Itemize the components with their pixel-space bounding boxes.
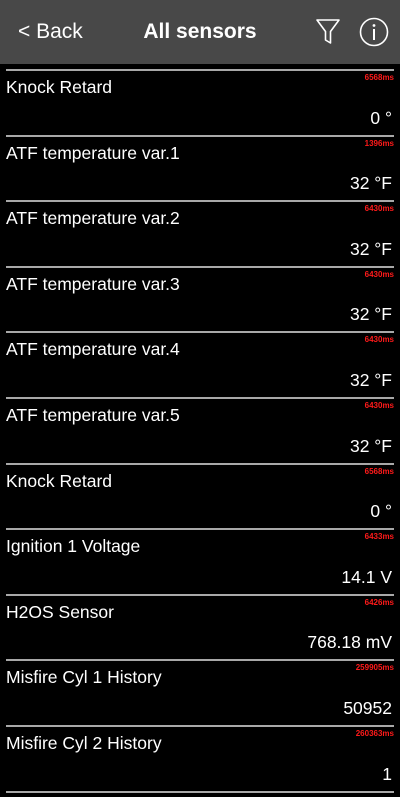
- sensor-update-time: 6433ms: [364, 532, 394, 542]
- sensor-value: 32 °F: [349, 238, 392, 259]
- sensor-name: H2OS Sensor: [6, 601, 114, 622]
- sensor-row[interactable]: ATF temperature var.1 1396ms 32 °F: [6, 134, 394, 201]
- sensor-value: 32 °F: [349, 435, 392, 456]
- sensor-update-time: 6430ms: [364, 400, 394, 410]
- sensor-row[interactable]: Knock Retard 6568ms 0 °: [6, 462, 394, 529]
- sensor-row[interactable]: ATF temperature var.3 6430ms 32 °F: [6, 265, 394, 332]
- sensor-name: ATF temperature var.3: [6, 273, 180, 294]
- sensor-row[interactable]: Misfire Cyl 1 History 259905ms 50952: [6, 659, 394, 725]
- sensor-update-time: 6430ms: [364, 335, 394, 345]
- sensor-row[interactable]: ATF temperature var.5 6430ms 32 °F: [6, 396, 394, 463]
- sensor-value: 1: [382, 763, 392, 784]
- sensor-update-time: 6430ms: [364, 204, 394, 214]
- sensor-value: 50952: [343, 697, 392, 718]
- sensor-value: 32 °F: [349, 173, 392, 194]
- sensor-update-time: 6568ms: [364, 466, 394, 476]
- sensor-update-time: 260363ms: [355, 728, 394, 738]
- sensor-value: 0 °: [370, 501, 392, 522]
- header-actions: [312, 16, 390, 48]
- sensor-name: ATF temperature var.2: [6, 208, 180, 229]
- sensor-name: Knock Retard: [6, 77, 113, 97]
- sensor-value: 32 °F: [349, 369, 392, 390]
- sensor-row[interactable]: H2OS Sensor 6426ms 768.18 mV: [6, 593, 394, 660]
- sensor-name: Misfire Cyl 1 History: [6, 667, 162, 688]
- sensor-update-time: 259905ms: [355, 663, 394, 673]
- sensor-value: 32 °F: [349, 304, 392, 325]
- info-icon: [359, 17, 389, 47]
- sensor-update-time: 1396ms: [364, 138, 394, 148]
- sensor-name: ATF temperature var.5: [6, 404, 180, 425]
- sensor-update-time: 6568ms: [364, 73, 394, 82]
- list-divider: [6, 790, 394, 793]
- sensor-value: 0 °: [370, 107, 392, 128]
- sensor-name: ATF temperature var.4: [6, 339, 180, 360]
- sensor-name: Misfire Cyl 2 History: [6, 732, 162, 753]
- back-button[interactable]: < Back: [18, 0, 83, 64]
- sensor-row[interactable]: ATF temperature var.4 6430ms 32 °F: [6, 331, 394, 397]
- sensor-list: Knock Retard 6568ms 0 ° ATF temperature var…: [6, 69, 394, 793]
- sensor-update-time: 6426ms: [364, 597, 394, 607]
- filter-button[interactable]: [312, 16, 344, 48]
- sensor-name: Ignition 1 Voltage: [6, 536, 141, 557]
- sensor-value: 768.18 mV: [307, 632, 392, 653]
- top-bar: < Back All sensors: [0, 0, 400, 64]
- sensor-row[interactable]: Misfire Cyl 2 History 260363ms 1: [6, 724, 394, 791]
- sensor-name: Knock Retard: [6, 470, 113, 491]
- info-button[interactable]: [358, 16, 390, 48]
- sensor-row[interactable]: ATF temperature var.2 6430ms 32 °F: [6, 200, 394, 266]
- sensor-row[interactable]: Ignition 1 Voltage 6433ms 14.1 V: [6, 528, 394, 594]
- sensor-name: ATF temperature var.1: [6, 142, 180, 163]
- sensor-update-time: 6430ms: [364, 269, 394, 279]
- sensor-row[interactable]: Knock Retard 6568ms 0 °: [6, 69, 394, 135]
- sensor-value: 14.1 V: [341, 566, 392, 587]
- app-screen: < Back All sensors Knock Retard 6568ms 0 °…: [0, 0, 400, 797]
- filter-icon: [316, 19, 340, 44]
- back-button-label: < Back: [18, 20, 83, 43]
